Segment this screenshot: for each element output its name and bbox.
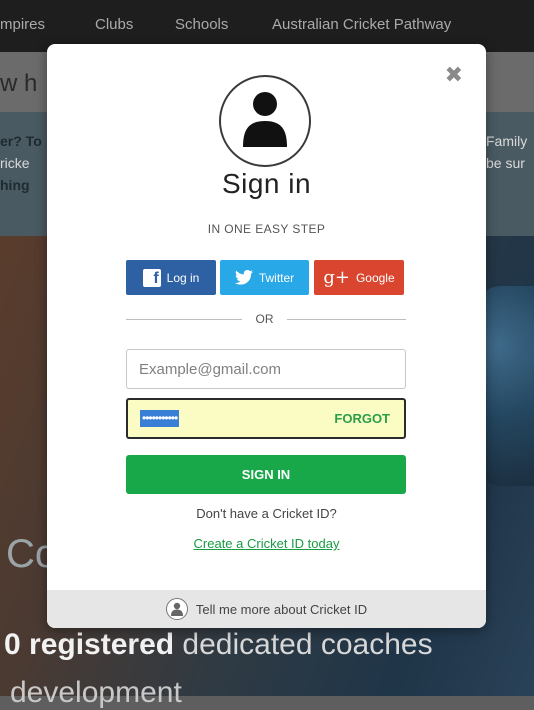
background-info-fragment: hing xyxy=(0,177,30,193)
divider-right xyxy=(287,319,406,320)
nav-item-schools[interactable]: Schools xyxy=(175,16,228,33)
background-registered-line: 0 registered dedicated coaches xyxy=(4,628,433,662)
email-field[interactable] xyxy=(126,349,406,389)
cricket-id-info-footer[interactable]: Tell me more about Cricket ID xyxy=(47,590,486,628)
background-info-fragment: er? To xyxy=(0,133,42,149)
password-mask: ••••••••••• xyxy=(140,410,180,427)
footer-label: Tell me more about Cricket ID xyxy=(195,601,368,617)
google-login-label: Google xyxy=(355,270,395,285)
modal-subtitle: IN ONE EASY STEP xyxy=(207,222,326,236)
background-info-fragment: Family xyxy=(486,133,528,149)
twitter-bird-icon xyxy=(234,270,253,285)
close-icon[interactable]: ✖ xyxy=(445,64,463,86)
twitter-login-button[interactable]: Twitter xyxy=(220,260,309,295)
sign-in-modal: ✖ Sign in IN ONE EASY STEP f Log in Twit… xyxy=(47,44,486,628)
background-info-fragment: be sur xyxy=(486,155,525,171)
user-circle-icon xyxy=(165,598,188,620)
nav-item-empires[interactable]: mpires xyxy=(0,16,45,33)
facebook-login-label: Log in xyxy=(166,270,200,285)
nav-item-clubs[interactable]: Clubs xyxy=(95,16,133,33)
user-icon xyxy=(243,92,287,147)
forgot-password-link[interactable]: FORGOT xyxy=(334,411,390,426)
background-development-line: development xyxy=(10,676,182,709)
password-field[interactable]: ••••••••••• FORGOT xyxy=(126,398,406,439)
google-plus-icon: g+ xyxy=(323,267,350,288)
no-account-text: Don't have a Cricket ID? xyxy=(196,506,337,521)
google-login-button[interactable]: g+ Google xyxy=(314,260,404,295)
divider-left xyxy=(126,319,242,320)
registered-count: 0 registered xyxy=(4,628,175,661)
create-cricket-id-link[interactable]: Create a Cricket ID today xyxy=(47,536,486,551)
facebook-icon: f xyxy=(142,268,161,287)
or-separator: OR xyxy=(255,312,274,326)
modal-title: Sign in xyxy=(221,168,312,199)
sign-in-button[interactable]: SIGN IN xyxy=(126,455,406,494)
background-info-fragment: ricke xyxy=(0,155,30,171)
nav-item-pathway[interactable]: Australian Cricket Pathway xyxy=(272,16,451,33)
twitter-login-label: Twitter xyxy=(258,270,295,285)
facebook-login-button[interactable]: f Log in xyxy=(126,260,216,295)
avatar xyxy=(219,75,311,167)
background-heading-fragment: w h xyxy=(0,70,38,97)
registered-rest: dedicated coaches xyxy=(174,628,433,661)
